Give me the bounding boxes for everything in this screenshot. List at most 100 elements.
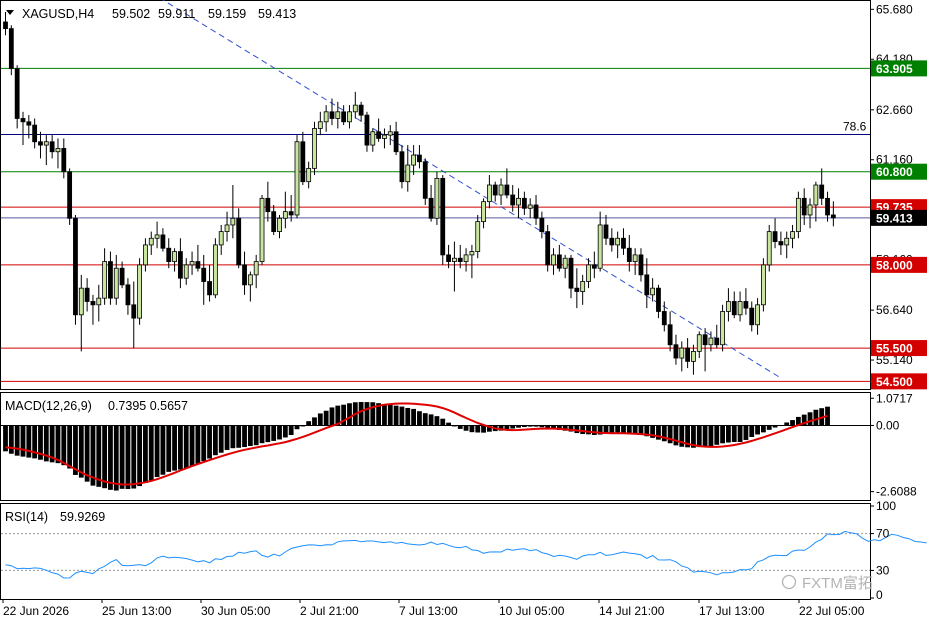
x-tick-label: 22 Jun 2026	[3, 604, 69, 618]
candle-down	[621, 237, 626, 249]
macd-bar	[778, 425, 784, 427]
candle-down	[288, 211, 294, 216]
candle-up	[253, 261, 259, 276]
x-tick-label: 2 Jul 21:00	[300, 604, 359, 618]
rsi-panel-frame[interactable]	[0, 503, 871, 600]
macd-bar	[14, 425, 20, 456]
candle-up	[113, 267, 119, 299]
candle-up	[259, 197, 265, 262]
watermark-text: FXTM富拓	[802, 574, 873, 592]
candle-down	[376, 131, 382, 139]
macd-bar	[364, 402, 370, 426]
macd-bar	[399, 406, 405, 426]
candle-up	[813, 184, 819, 206]
candle-down	[38, 141, 43, 146]
macd-bar	[428, 414, 434, 426]
candle-down	[14, 68, 20, 119]
candle-down	[778, 241, 784, 246]
macd-bar	[300, 425, 306, 427]
candle-down	[568, 257, 574, 289]
macd-bar	[370, 402, 376, 426]
macd-bar	[137, 425, 142, 487]
macd-bar	[67, 425, 73, 469]
candle-up	[632, 254, 638, 262]
x-tick-label: 22 Jul 05:00	[799, 604, 865, 618]
candle-up	[347, 111, 352, 123]
candle-down	[603, 224, 609, 239]
candle-up	[708, 337, 714, 346]
candle-down	[667, 324, 673, 346]
candle-down	[626, 247, 632, 262]
macd-bar	[527, 425, 533, 427]
candle-down	[67, 171, 73, 219]
candle-up	[586, 264, 591, 282]
macd-bar	[84, 425, 90, 482]
candle-up	[387, 131, 393, 136]
macd-bar	[469, 425, 475, 433]
rsi-title: RSI(14)	[5, 510, 48, 524]
candle-down	[749, 307, 755, 326]
candle-down	[702, 334, 708, 346]
macd-bar	[539, 425, 545, 428]
candle-down	[358, 104, 364, 116]
macd-bar	[434, 416, 440, 426]
macd-bar	[236, 425, 242, 448]
level-tag-label: 55.500	[876, 342, 913, 356]
macd-bar	[125, 425, 131, 489]
level-tag-label: 54.500	[876, 375, 913, 389]
candle-down	[329, 111, 335, 119]
candle-down	[20, 118, 26, 123]
candle-up	[691, 350, 696, 362]
candle-up	[580, 281, 586, 292]
high-value: 59.911	[158, 7, 195, 21]
candle-up	[696, 334, 702, 352]
trading-chart[interactable]: 78.6 65.68064.18062.66061.16058.16056.64…	[0, 0, 936, 624]
candle-down	[574, 287, 580, 292]
macd-bar	[131, 425, 137, 489]
candle-up	[370, 131, 376, 146]
macd-bar	[755, 425, 760, 435]
candle-down	[32, 124, 38, 143]
macd-bar	[591, 425, 597, 435]
candle-down	[26, 121, 32, 126]
candle-down	[457, 257, 463, 262]
candle-down	[492, 184, 498, 196]
candle-up	[312, 128, 317, 169]
macd-bar	[586, 425, 591, 435]
rsi-values: 59.9269	[60, 510, 105, 524]
candle-up	[784, 237, 790, 246]
macd-bar	[609, 425, 615, 433]
candle-down	[125, 284, 131, 306]
candle-up	[720, 311, 725, 346]
macd-bar	[452, 425, 457, 427]
macd-bar	[440, 418, 446, 426]
candle-down	[656, 287, 661, 312]
macd-bar	[312, 417, 317, 426]
candle-down	[3, 21, 8, 30]
x-tick-label: 25 Jun 13:00	[102, 604, 172, 618]
macd-bar	[702, 425, 708, 447]
macd-bar	[405, 407, 411, 426]
candle-down	[545, 231, 551, 266]
symbol-label: XAGUSD,H4	[22, 7, 94, 21]
macd-bar	[790, 420, 795, 426]
candle-up	[230, 217, 236, 226]
macd-bar	[189, 425, 195, 467]
candle-down	[510, 194, 516, 206]
macd-bar	[317, 413, 323, 426]
candle-down	[422, 161, 428, 199]
candle-down	[644, 274, 650, 296]
y-tick-label: 62.660	[876, 103, 913, 117]
macd-bar	[521, 425, 527, 428]
macd-bar	[475, 425, 481, 433]
macd-bar	[172, 425, 177, 471]
candle-down	[638, 254, 644, 276]
macd-bar	[108, 425, 113, 490]
macd-bar	[813, 409, 819, 426]
candle-down	[271, 211, 277, 233]
macd-bar	[148, 425, 154, 481]
macd-bar	[218, 425, 224, 453]
macd-bar	[621, 425, 626, 433]
open-value: 59.502	[112, 7, 150, 21]
candle-up	[463, 254, 469, 262]
